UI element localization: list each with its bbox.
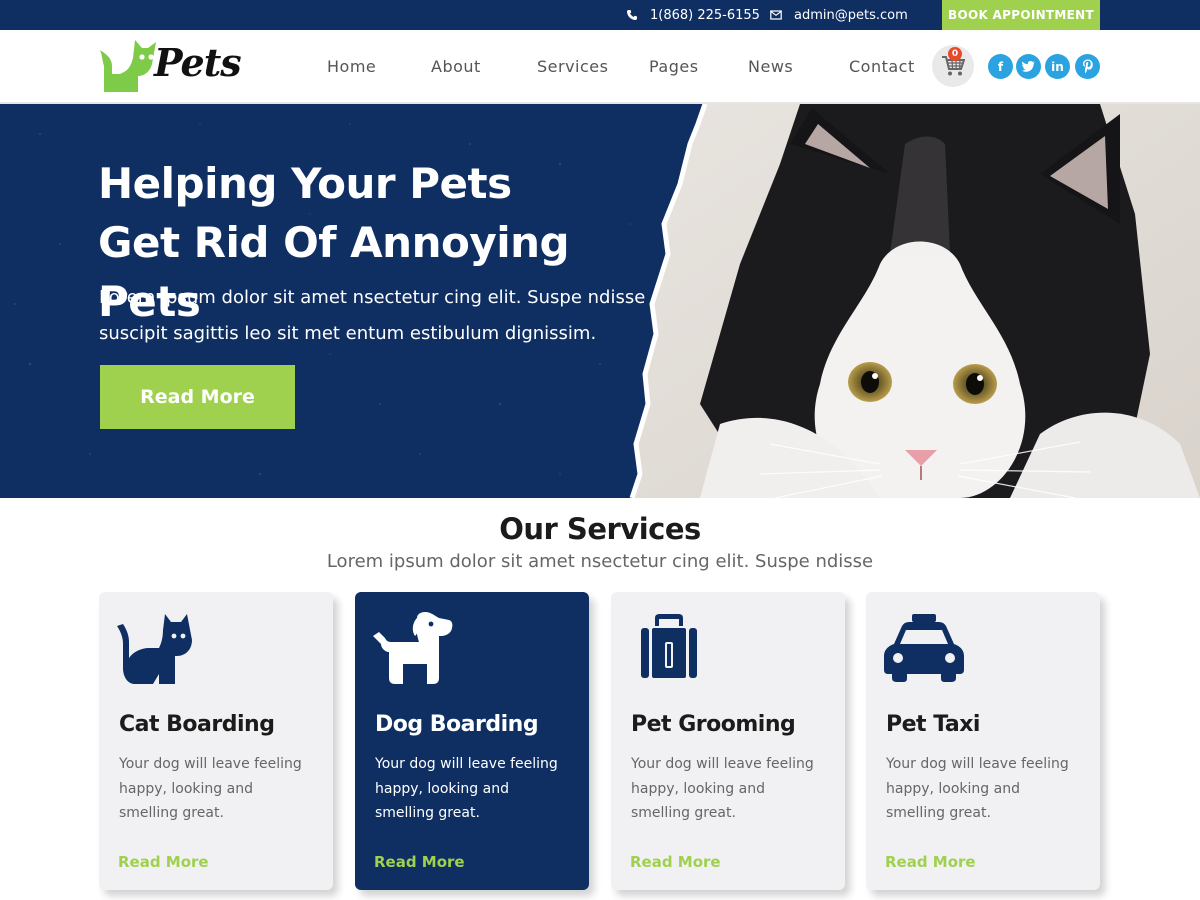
service-card-title: Dog Boarding bbox=[375, 712, 539, 737]
cart-count-badge: 0 bbox=[948, 47, 962, 61]
nav-news[interactable]: News bbox=[748, 30, 793, 102]
hero-banner: Helping Your Pets Get Rid Of Annoying Pe… bbox=[0, 104, 1200, 498]
top-bar: 1(868) 225-6155 admin@pets.com BOOK APPO… bbox=[0, 0, 1200, 30]
nav-contact[interactable]: Contact bbox=[849, 30, 915, 102]
facebook-link[interactable]: f bbox=[988, 54, 1013, 79]
hero-subtitle-line1: Lorem ipsum dolor sit amet nsectetur cin… bbox=[99, 287, 646, 308]
taxi-icon bbox=[884, 614, 964, 682]
service-card-pet-grooming[interactable]: Pet Grooming Your dog will leave feeling… bbox=[611, 592, 845, 890]
email-address: admin@pets.com bbox=[794, 7, 908, 23]
service-card-pet-taxi[interactable]: Pet Taxi Your dog will leave feeling hap… bbox=[866, 592, 1100, 890]
service-card-text-line: Your dog will leave feeling bbox=[631, 756, 814, 772]
service-card-read-more[interactable]: Read More bbox=[118, 853, 209, 871]
linkedin-icon: in bbox=[1051, 59, 1064, 74]
services-subtitle: Lorem ipsum dolor sit amet nsectetur cin… bbox=[326, 551, 874, 572]
phone-icon bbox=[627, 10, 637, 20]
service-card-text-line: happy, looking and bbox=[631, 780, 765, 797]
hero-subtitle-line2: suscipit sagittis leo sit met entum esti… bbox=[99, 323, 597, 344]
email-contact[interactable]: admin@pets.com bbox=[770, 0, 908, 30]
service-card-cat-boarding[interactable]: Cat Boarding Your dog will leave feeling… bbox=[99, 592, 333, 890]
service-card-text-line: smelling great. bbox=[631, 805, 736, 821]
phone-contact[interactable]: 1(868) 225-6155 bbox=[626, 0, 760, 30]
logo[interactable]: Pets bbox=[98, 36, 242, 96]
pinterest-icon bbox=[1082, 59, 1093, 74]
hero-title-line1: Helping Your Pets bbox=[98, 159, 512, 208]
service-card-text-line: happy, looking and bbox=[375, 780, 509, 797]
main-header: Pets Home About Services Pages News Cont… bbox=[0, 30, 1200, 104]
service-card-read-more[interactable]: Read More bbox=[885, 853, 976, 871]
twitter-link[interactable] bbox=[1016, 54, 1041, 79]
phone-number: 1(868) 225-6155 bbox=[650, 7, 760, 23]
service-card-text-line: Your dog will leave feeling bbox=[119, 756, 302, 772]
hero-subtitle: Lorem ipsum dolor sit amet nsectetur cin… bbox=[99, 280, 669, 352]
book-appointment-button[interactable]: BOOK APPOINTMENT bbox=[942, 0, 1100, 30]
service-card-read-more[interactable]: Read More bbox=[630, 853, 721, 871]
service-card-text-line: smelling great. bbox=[886, 805, 991, 821]
service-card-text-line: Your dog will leave feeling bbox=[886, 756, 1069, 772]
service-card-dog-boarding[interactable]: Dog Boarding Your dog will leave feeling… bbox=[355, 592, 589, 890]
envelope-icon bbox=[770, 10, 782, 20]
hero-read-more-button[interactable]: Read More bbox=[100, 365, 295, 429]
nav-home[interactable]: Home bbox=[327, 30, 376, 102]
logo-text: Pets bbox=[154, 40, 242, 85]
nav-services[interactable]: Services bbox=[537, 30, 608, 102]
linkedin-link[interactable]: in bbox=[1045, 54, 1070, 79]
cat-logo-icon bbox=[100, 40, 156, 92]
service-card-text: Your dog will leave feeling happy, looki… bbox=[886, 752, 1086, 826]
services-title: Our Services bbox=[499, 512, 701, 546]
service-card-title: Cat Boarding bbox=[119, 712, 275, 737]
service-card-text-line: happy, looking and bbox=[119, 780, 253, 797]
cat-icon bbox=[117, 614, 192, 684]
twitter-icon bbox=[1022, 61, 1035, 72]
nav-about[interactable]: About bbox=[431, 30, 481, 102]
cart-button[interactable]: 0 bbox=[932, 45, 974, 87]
service-card-title: Pet Grooming bbox=[631, 712, 796, 737]
service-card-text-line: Your dog will leave feeling bbox=[375, 756, 558, 772]
service-card-text: Your dog will leave feeling happy, looki… bbox=[119, 752, 319, 826]
service-card-text-line: smelling great. bbox=[119, 805, 224, 821]
service-card-read-more[interactable]: Read More bbox=[374, 853, 465, 871]
facebook-icon: f bbox=[997, 59, 1004, 74]
pinterest-link[interactable] bbox=[1075, 54, 1100, 79]
service-card-text: Your dog will leave feeling happy, looki… bbox=[631, 752, 831, 826]
service-card-text-line: smelling great. bbox=[375, 805, 480, 821]
suitcase-icon bbox=[641, 614, 697, 678]
dog-icon bbox=[373, 612, 453, 684]
service-card-title: Pet Taxi bbox=[886, 712, 980, 737]
nav-pages[interactable]: Pages bbox=[649, 30, 699, 102]
service-card-text-line: happy, looking and bbox=[886, 780, 1020, 797]
service-card-text: Your dog will leave feeling happy, looki… bbox=[375, 752, 575, 826]
